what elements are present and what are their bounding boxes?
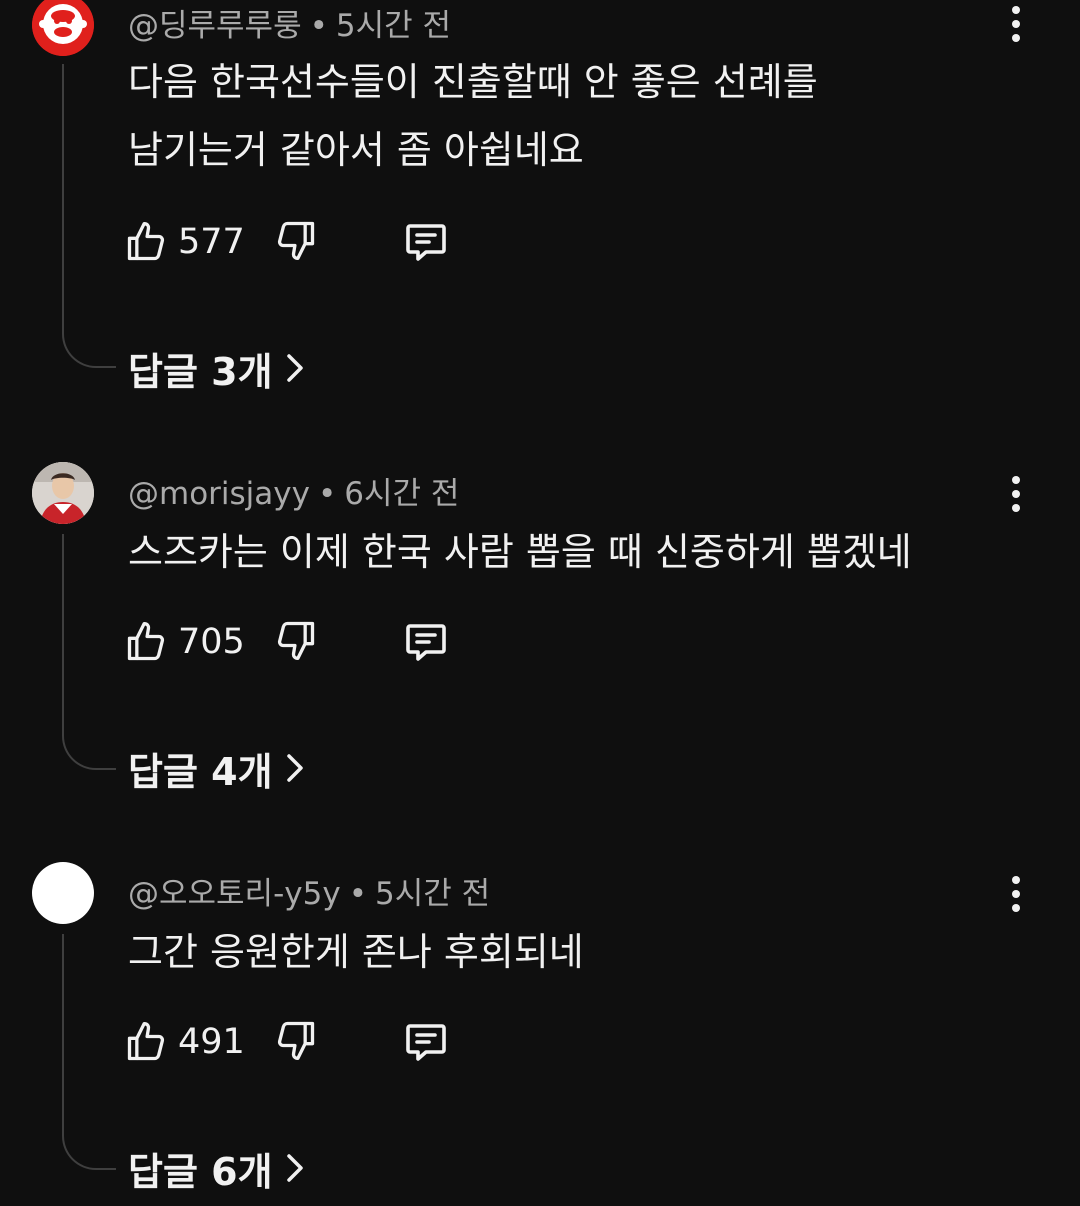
comment-text-line: 남기는거 같아서 좀 아쉽네요 [128, 128, 584, 172]
more-vert-icon-dot [1012, 490, 1020, 498]
comment-time: 5시간 전 [374, 876, 491, 912]
thumbs-up-icon [127, 222, 165, 261]
comment-item: @오오토리-y5y • 5시간 전 그간 응원한게 존나 후회되네 491 답글… [0, 862, 1080, 1206]
comment-text: 스즈카는 이제 한국 사람 뽑을 때 신중하게 뽑겠네 [128, 518, 912, 586]
avatar[interactable] [32, 862, 94, 924]
more-options-button[interactable] [996, 472, 1036, 516]
thread-line [62, 64, 116, 368]
view-replies-button[interactable]: 답글 6개 [128, 1144, 305, 1194]
separator-dot: • [317, 476, 337, 512]
comment-time: 6시간 전 [344, 476, 460, 512]
thumbs-down-icon [277, 1021, 315, 1060]
thumbs-down-icon [277, 221, 315, 260]
replies-label: 답글 4개 [128, 749, 273, 794]
chevron-right-icon [286, 754, 303, 782]
comment-text-line: 다음 한국선수들이 진출할때 안 좋은 선례를 [128, 60, 818, 104]
photo-avatar-icon [32, 462, 94, 524]
like-count: 577 [178, 222, 245, 262]
view-replies-button[interactable]: 답글 3개 [128, 344, 305, 394]
thumbs-up-icon [127, 1022, 165, 1061]
separator-dot: • [348, 876, 367, 912]
comment-item: @딩루루루룽 • 5시간 전 다음 한국선수들이 진출할때 안 좋은 선례를 남기는… [0, 0, 1080, 400]
like-count: 491 [178, 1022, 245, 1062]
thumbs-down-icon [277, 621, 315, 660]
more-vert-icon-dot [1012, 34, 1020, 42]
like-button[interactable]: 577 [124, 218, 245, 266]
chevron-right-icon [286, 354, 303, 382]
comment-text-line: 그간 응원한게 존나 후회되네 [128, 930, 584, 974]
comment-icon [406, 1024, 446, 1061]
replies-label: 답글 3개 [128, 349, 273, 394]
more-vert-icon-dot [1012, 904, 1020, 912]
comment-actions: 705 [124, 618, 464, 666]
comment-text: 그간 응원한게 존나 후회되네 [128, 918, 584, 986]
comment-actions: 491 [124, 1018, 464, 1066]
comment-meta: @오오토리-y5y • 5시간 전 [128, 868, 490, 913]
more-options-button[interactable] [996, 2, 1036, 46]
more-options-button[interactable] [996, 872, 1036, 916]
thread-line [62, 934, 116, 1170]
more-vert-icon-dot [1012, 890, 1020, 898]
comment-item: @morisjayy • 6시간 전 스즈카는 이제 한국 사람 뽑을 때 신중하게… [0, 462, 1080, 862]
thread-line [62, 534, 116, 770]
comment-time: 5시간 전 [335, 8, 452, 44]
author-handle[interactable]: @morisjayy [128, 476, 310, 512]
comment-text-line: 스즈카는 이제 한국 사람 뽑을 때 신중하게 뽑겠네 [128, 530, 912, 574]
dislike-button[interactable] [274, 218, 318, 266]
author-handle[interactable]: @오오토리-y5y [128, 876, 341, 912]
reply-button[interactable] [402, 1018, 450, 1066]
reply-button[interactable] [402, 618, 450, 666]
more-vert-icon-dot [1012, 20, 1020, 28]
comment-icon [406, 224, 446, 261]
like-count: 705 [178, 622, 245, 662]
avatar[interactable] [32, 462, 94, 524]
like-button[interactable]: 705 [124, 618, 245, 666]
comment-meta: @morisjayy • 6시간 전 [128, 468, 459, 513]
reply-button[interactable] [402, 218, 450, 266]
thumbs-up-icon [127, 622, 165, 661]
comment-meta: @딩루루루룽 • 5시간 전 [128, 0, 451, 45]
separator-dot: • [309, 8, 328, 44]
dislike-button[interactable] [274, 1018, 318, 1066]
more-vert-icon-dot [1012, 6, 1020, 14]
author-handle[interactable]: @딩루루루룽 [128, 8, 302, 44]
comment-text: 다음 한국선수들이 진출할때 안 좋은 선례를 남기는거 같아서 좀 아쉽네요 [128, 48, 818, 184]
avatar[interactable] [32, 0, 94, 56]
more-vert-icon-dot [1012, 876, 1020, 884]
more-vert-icon-dot [1012, 476, 1020, 484]
chevron-right-icon [286, 1154, 303, 1182]
dislike-button[interactable] [274, 618, 318, 666]
replies-label: 답글 6개 [128, 1149, 273, 1194]
monkey-avatar-icon [32, 0, 94, 56]
comment-actions: 577 [124, 218, 464, 266]
like-button[interactable]: 491 [124, 1018, 245, 1066]
comment-icon [406, 624, 446, 661]
more-vert-icon-dot [1012, 504, 1020, 512]
view-replies-button[interactable]: 답글 4개 [128, 744, 305, 794]
